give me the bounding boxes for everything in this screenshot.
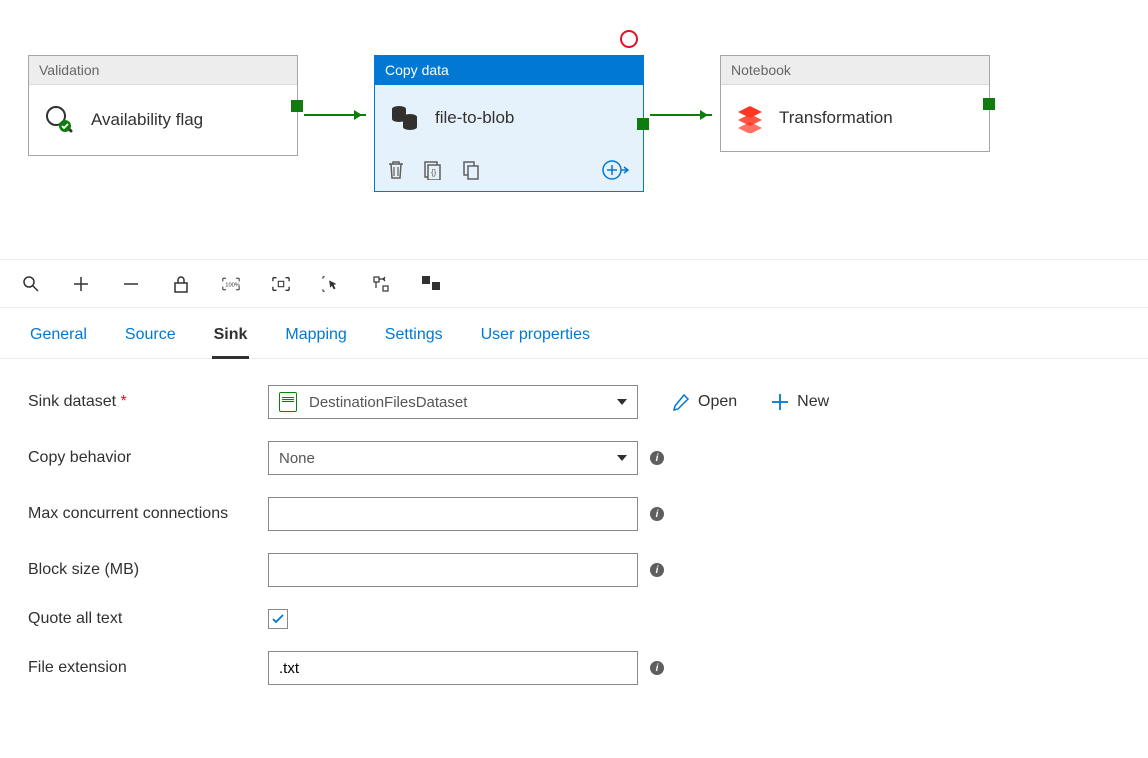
select-icon[interactable] [322, 275, 340, 293]
new-dataset-button[interactable]: New [771, 393, 829, 411]
activity-name: file-to-blob [435, 108, 514, 128]
add-output-icon[interactable] [601, 159, 629, 181]
error-indicator-icon [620, 30, 638, 48]
file-extension-input[interactable] [268, 651, 638, 685]
tab-user-properties[interactable]: User properties [479, 320, 592, 358]
sink-form: Sink dataset * DestinationFilesDataset O… [0, 359, 1148, 733]
info-icon[interactable]: i [650, 451, 664, 465]
info-icon[interactable]: i [650, 661, 664, 675]
max-connections-label: Max concurrent connections [28, 503, 268, 525]
quote-all-text-label: Quote all text [28, 610, 268, 628]
sink-dataset-label: Sink dataset * [28, 393, 268, 411]
zoom-100-icon[interactable]: 100% [222, 275, 240, 293]
activity-notebook[interactable]: Notebook Transformation [720, 55, 990, 152]
activity-copy-data[interactable]: Copy data file-to-blob {} [374, 55, 644, 192]
clone-icon[interactable] [461, 160, 481, 180]
file-extension-label: File extension [28, 659, 268, 677]
output-handle[interactable] [983, 98, 995, 110]
block-size-label: Block size (MB) [28, 561, 268, 579]
zoom-out-icon[interactable] [122, 275, 140, 293]
tab-source[interactable]: Source [123, 320, 178, 358]
delete-icon[interactable] [387, 160, 405, 180]
code-icon[interactable]: {} [423, 160, 443, 180]
info-icon[interactable]: i [650, 507, 664, 521]
output-handle[interactable] [637, 118, 649, 130]
open-dataset-button[interactable]: Open [672, 393, 737, 411]
max-connections-input[interactable] [268, 497, 638, 531]
sink-dataset-select[interactable]: DestinationFilesDataset [268, 385, 638, 419]
zoom-in-icon[interactable] [72, 275, 90, 293]
copy-behavior-select[interactable]: None [268, 441, 638, 475]
lock-icon[interactable] [172, 275, 190, 293]
activity-validation[interactable]: Validation Availability flag [28, 55, 298, 156]
svg-text:100%: 100% [225, 282, 240, 288]
layout-icon[interactable] [422, 275, 440, 293]
dataset-icon [279, 392, 297, 412]
activity-type-label: Notebook [721, 56, 989, 85]
magnifier-check-icon [43, 103, 77, 137]
activity-name: Transformation [779, 108, 893, 128]
databricks-icon [735, 103, 765, 133]
activity-type-label: Validation [29, 56, 297, 85]
activity-type-label: Copy data [375, 56, 643, 85]
canvas-toolbar: 100% [0, 260, 1148, 308]
success-connector [304, 114, 366, 116]
quote-all-text-checkbox[interactable] [268, 609, 288, 629]
tab-sink[interactable]: Sink [212, 320, 250, 359]
pipeline-canvas[interactable]: Validation Availability flag Copy data [0, 0, 1148, 260]
tab-settings[interactable]: Settings [383, 320, 445, 358]
auto-align-icon[interactable] [372, 275, 390, 293]
activity-name: Availability flag [91, 110, 203, 130]
database-copy-icon [389, 103, 421, 133]
fit-screen-icon[interactable] [272, 275, 290, 293]
output-handle[interactable] [291, 100, 303, 112]
copy-behavior-label: Copy behavior [28, 449, 268, 467]
chevron-down-icon [617, 399, 627, 405]
properties-tabs: General Source Sink Mapping Settings Use… [0, 308, 1148, 359]
tab-mapping[interactable]: Mapping [283, 320, 348, 358]
svg-text:{}: {} [431, 168, 437, 177]
block-size-input[interactable] [268, 553, 638, 587]
info-icon[interactable]: i [650, 563, 664, 577]
success-connector [650, 114, 712, 116]
search-icon[interactable] [22, 275, 40, 293]
tab-general[interactable]: General [28, 320, 89, 358]
chevron-down-icon [617, 455, 627, 461]
